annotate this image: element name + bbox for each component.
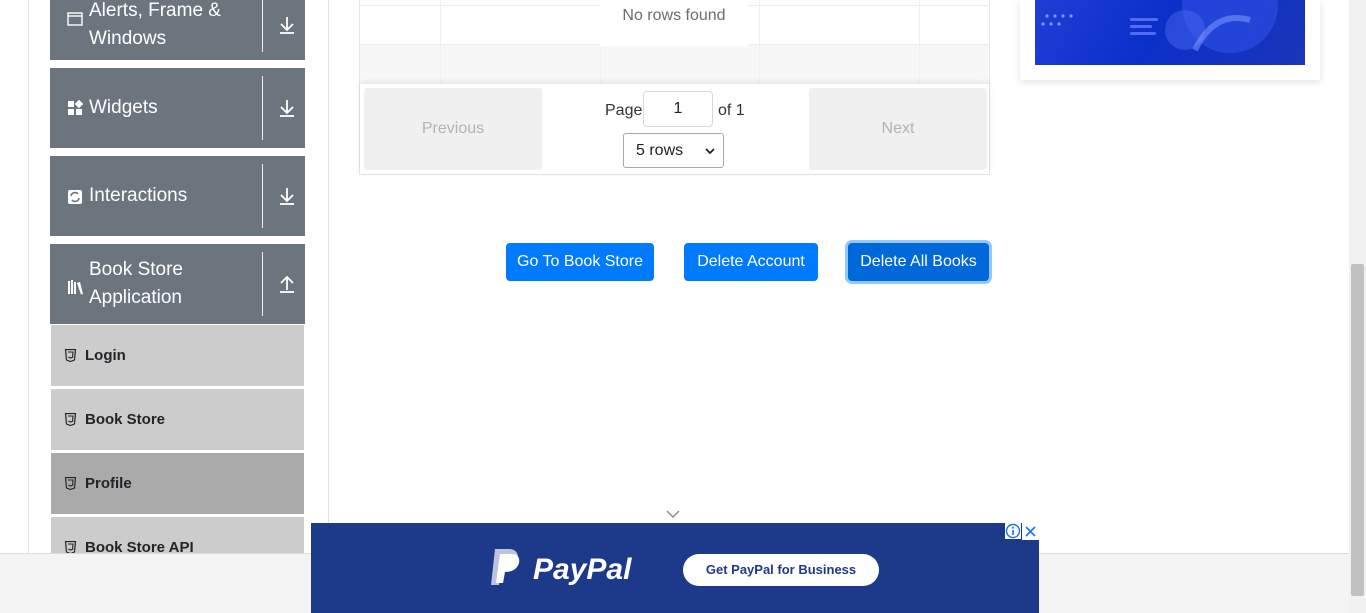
ad-brand: PayPal bbox=[533, 553, 632, 586]
group-book-store-application[interactable]: Book Store Application bbox=[50, 244, 305, 324]
sidebar-item-book-store[interactable]: Book Store bbox=[51, 389, 304, 451]
group-divider bbox=[262, 76, 263, 140]
group-label: Interactions bbox=[89, 185, 188, 206]
upload-arrow-icon[interactable] bbox=[278, 274, 296, 294]
chevron-down-icon[interactable] bbox=[664, 507, 682, 521]
next-button[interactable]: Next bbox=[809, 88, 987, 170]
page-root: Alerts, Frame & Windows Widgets Interact… bbox=[0, 0, 1366, 613]
promo-banner-image[interactable] bbox=[1035, 0, 1305, 65]
books-table: No rows found Previous Page 1 of 1 5 row… bbox=[359, 0, 990, 175]
books-icon bbox=[68, 280, 83, 295]
ad-info-icon[interactable] bbox=[1005, 523, 1021, 539]
rows-per-page-value: 5 rows bbox=[636, 142, 684, 159]
table-col-divider bbox=[919, 0, 920, 84]
interactions-icon bbox=[68, 190, 82, 204]
html5-icon bbox=[65, 413, 76, 426]
download-arrow-icon[interactable] bbox=[278, 98, 296, 118]
download-arrow-icon[interactable] bbox=[278, 186, 296, 206]
sidebar-item-label: Login bbox=[85, 347, 126, 364]
sidebar-item-login[interactable]: Login bbox=[51, 325, 304, 387]
paypal-logo-icon bbox=[491, 549, 520, 585]
widgets-icon bbox=[68, 100, 83, 115]
sidebar-item-label: Profile bbox=[85, 475, 132, 492]
rows-per-page-select[interactable]: 5 rows bbox=[623, 133, 724, 168]
ad-banner[interactable]: PayPal Get PayPal for Business bbox=[311, 523, 1039, 613]
ad-cta-button[interactable]: Get PayPal for Business bbox=[683, 554, 879, 586]
group-divider bbox=[262, 252, 263, 316]
group-label: Widgets bbox=[89, 97, 158, 118]
pagination-bar: Previous Page 1 of 1 5 rows Next bbox=[360, 84, 989, 174]
promo-artwork bbox=[1041, 0, 1278, 53]
group-divider bbox=[262, 164, 263, 228]
group-alerts-frame-windows[interactable]: Alerts, Frame & Windows bbox=[50, 0, 305, 60]
table-row bbox=[360, 45, 989, 84]
download-arrow-icon[interactable] bbox=[278, 15, 296, 35]
group-label: Book Store Application bbox=[89, 259, 183, 308]
group-label: Alerts, Frame & Windows bbox=[89, 0, 221, 49]
sidebar-item-label: Book Store bbox=[85, 411, 166, 428]
group-widgets[interactable]: Widgets bbox=[50, 68, 305, 148]
delete-all-books-button[interactable]: Delete All Books bbox=[848, 243, 989, 281]
chevron-down-icon bbox=[705, 148, 715, 155]
delete-account-button[interactable]: Delete Account bbox=[684, 243, 818, 281]
page-number-input[interactable]: 1 bbox=[643, 91, 713, 127]
no-rows-message: No rows found bbox=[600, 0, 748, 46]
promo-card bbox=[1020, 0, 1320, 80]
sidebar-border bbox=[328, 0, 329, 553]
page-label: Page bbox=[605, 102, 643, 119]
table-col-divider bbox=[440, 0, 441, 84]
left-rule bbox=[28, 0, 29, 553]
group-interactions[interactable]: Interactions bbox=[50, 156, 305, 236]
close-icon[interactable] bbox=[1022, 523, 1039, 540]
table-col-divider bbox=[759, 0, 760, 84]
html5-icon bbox=[65, 349, 76, 362]
scrollbar-thumb[interactable] bbox=[1351, 264, 1364, 596]
group-divider bbox=[262, 0, 263, 52]
window-icon bbox=[67, 12, 83, 26]
sidebar-item-profile[interactable]: Profile bbox=[51, 453, 304, 515]
html5-icon bbox=[65, 477, 76, 490]
go-to-book-store-button[interactable]: Go To Book Store bbox=[506, 243, 654, 281]
page-total-label: of 1 bbox=[718, 102, 745, 119]
previous-button[interactable]: Previous bbox=[364, 88, 542, 170]
